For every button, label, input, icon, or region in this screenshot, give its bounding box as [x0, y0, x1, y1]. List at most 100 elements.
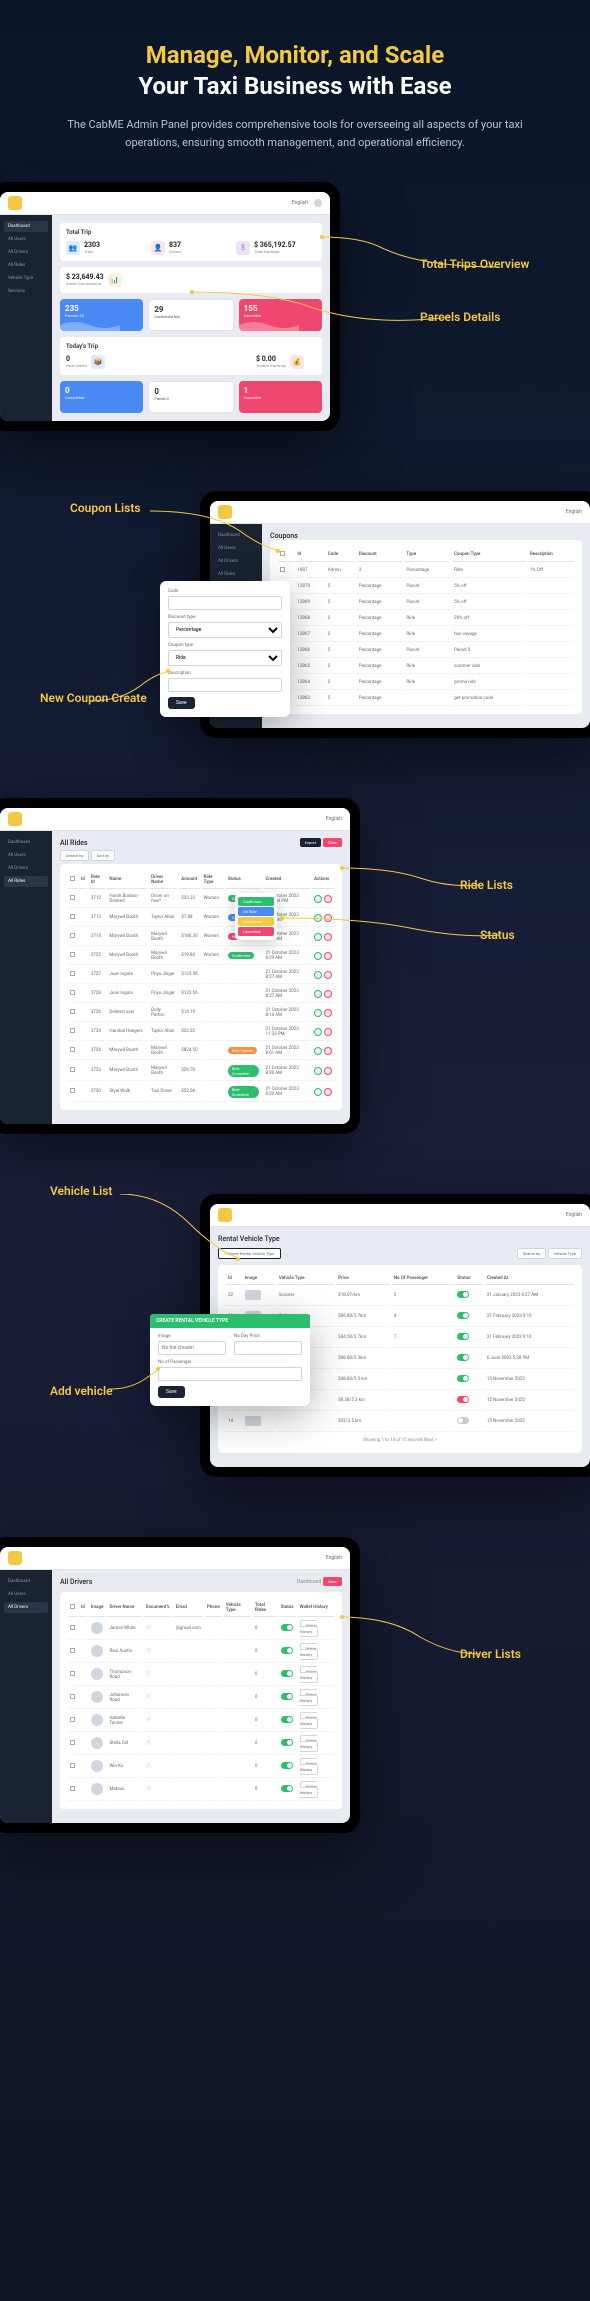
view-icon[interactable] — [314, 1067, 322, 1075]
status-toggle[interactable] — [281, 1785, 293, 1792]
delete-icon[interactable] — [324, 990, 332, 998]
view-icon[interactable] — [314, 990, 322, 998]
table-row[interactable]: Mateus📄0Wallet History — [68, 1780, 334, 1801]
status-toggle[interactable] — [457, 1417, 469, 1424]
delete-icon[interactable] — [324, 895, 332, 903]
status-toggle[interactable] — [457, 1354, 469, 1361]
discount-type-select[interactable]: Percentage — [168, 622, 282, 638]
delete-icon[interactable] — [324, 971, 332, 979]
wallet-history-button[interactable]: Wallet History — [300, 1620, 319, 1637]
delete-icon[interactable] — [324, 1009, 332, 1017]
table-row[interactable]: 1087Admin3PercentageRide1% Off — [278, 564, 574, 578]
status-toggle[interactable] — [281, 1716, 293, 1723]
table-row[interactable]: 3725Marywil BoothMarywil Booth$19.84Wome… — [68, 948, 334, 965]
image-input[interactable] — [158, 1341, 226, 1355]
sort-filter[interactable]: Sort by — [91, 850, 116, 861]
view-icon[interactable] — [314, 1088, 322, 1096]
sidebar-users[interactable]: All Users — [4, 234, 48, 245]
status-toggle[interactable] — [457, 1312, 469, 1319]
next-button[interactable]: Next > — [424, 1438, 437, 1443]
table-row[interactable]: James White📄@gmail.com0Wallet History — [68, 1619, 334, 1640]
wallet-history-button[interactable]: Wallet History — [300, 1735, 319, 1752]
status-completed[interactable]: Completed — [238, 917, 274, 926]
table-row[interactable]: 128672PercentageRidebon voyage — [278, 628, 574, 642]
search-filter[interactable]: Search by — [60, 850, 89, 861]
status-confirmed[interactable]: Confirmed — [238, 897, 274, 906]
delete-icon[interactable] — [324, 914, 332, 922]
table-row[interactable]: Raul Austin📄0Wallet History — [68, 1642, 334, 1663]
wallet-history-button[interactable]: Wallet History — [300, 1781, 319, 1798]
status-toggle[interactable] — [281, 1647, 293, 1654]
wallet-history-button[interactable]: Wallet History — [300, 1643, 319, 1660]
status-toggle[interactable] — [457, 1375, 469, 1382]
table-row[interactable]: Stella Gill📄0Wallet History — [68, 1734, 334, 1755]
view-icon[interactable] — [314, 933, 322, 941]
table-row[interactable]: 3714Marywil BoothMarywil Booth$186.30Wom… — [68, 929, 334, 946]
wallet-history-button[interactable]: Wallet History — [300, 1666, 319, 1683]
table-row[interactable]: Win Ku📄0Wallet History — [68, 1757, 334, 1778]
table-row[interactable]: Johannes Road📄0Wallet History — [68, 1688, 334, 1709]
clear-button[interactable]: Clear — [323, 838, 342, 847]
table-row[interactable]: 128635Percentageget promotion code — [278, 692, 574, 706]
view-icon[interactable] — [314, 1009, 322, 1017]
status-toggle[interactable] — [281, 1762, 293, 1769]
sidebar-dashboard[interactable]: Dashboard — [4, 221, 48, 232]
table-row[interactable]: 3720Styal WalkTaxi Driver$52.06Ride Comp… — [68, 1083, 334, 1102]
view-icon[interactable] — [314, 1047, 322, 1055]
card-cancelled[interactable]: 155Cancelled — [239, 299, 322, 331]
sidebar-vehicle[interactable]: Vehicle Type — [4, 273, 48, 284]
save-button[interactable]: Save — [168, 697, 195, 709]
sidebar-drivers[interactable]: All Drivers — [4, 247, 48, 258]
view-icon[interactable] — [314, 1028, 322, 1036]
create-vehicle-button[interactable]: + Create Rental Vehicle Type — [218, 1248, 281, 1259]
logo[interactable] — [8, 196, 22, 210]
table-row[interactable]: 22Scooter$18.07/km221 January 2023 8:27 … — [226, 1287, 574, 1306]
sidebar-rides[interactable]: All Rides — [4, 260, 48, 271]
table-row[interactable]: 3728Juan IngolaPriya Jingar$122.5621 Oct… — [68, 986, 334, 1003]
table-row[interactable]: Isabella Tanner📄0Wallet History — [68, 1711, 334, 1732]
desc-input[interactable] — [168, 678, 282, 692]
table-row[interactable]: 3726Deleted userDolly Parton$14.1921 Oct… — [68, 1005, 334, 1022]
status-toggle[interactable] — [281, 1693, 293, 1700]
status-cancelled[interactable]: Cancelled — [238, 927, 274, 936]
delete-icon[interactable] — [324, 1047, 332, 1055]
select-all-checkbox[interactable] — [280, 551, 285, 556]
card-confirmed[interactable]: 29Confirmed trip — [148, 299, 233, 331]
delete-icon[interactable] — [324, 933, 332, 941]
delete-icon[interactable] — [324, 1067, 332, 1075]
table-row[interactable]: 3724Marywil BoothMarywil Booth$824.50Rid… — [68, 1043, 334, 1060]
card-parcels[interactable]: 235Parcels 25 — [60, 299, 143, 331]
delete-icon[interactable] — [324, 1028, 332, 1036]
status-toggle[interactable] — [281, 1739, 293, 1746]
table-row[interactable]: 128665PercentageParcelParcel 5 — [278, 644, 574, 658]
table-row[interactable]: 3712Harsh Bodara - DeletedDriver on free… — [68, 891, 334, 908]
avatar-icon[interactable] — [314, 199, 322, 207]
wallet-history-button[interactable]: Wallet History — [300, 1689, 319, 1706]
sidebar-services[interactable]: Services — [4, 286, 48, 297]
export-button[interactable]: Export — [300, 838, 322, 847]
view-icon[interactable] — [314, 914, 322, 922]
status-toggle[interactable] — [457, 1396, 469, 1403]
save-vehicle-button[interactable]: Save — [158, 1386, 185, 1398]
coupon-type-select[interactable]: Ride — [168, 650, 282, 666]
status-toggle[interactable] — [281, 1670, 293, 1677]
status-toggle[interactable] — [281, 1624, 293, 1631]
table-row[interactable]: 128652PercentageRidesummer sale — [278, 660, 574, 674]
table-row[interactable]: 3734Harshal HaegersTaylor Allan$22.3221 … — [68, 1024, 334, 1041]
delete-icon[interactable] — [324, 952, 332, 960]
table-row[interactable]: 128705PercentageParcel5% off — [278, 580, 574, 594]
wallet-history-button[interactable]: Wallet History — [300, 1712, 319, 1729]
coupon-code-input[interactable] — [168, 596, 282, 610]
table-row[interactable]: 3723Marywil BoothMarywil Booth$29.70Ride… — [68, 1062, 334, 1081]
view-icon[interactable] — [314, 971, 322, 979]
status-onride[interactable]: On Ride — [238, 907, 274, 916]
wallet-history-button[interactable]: Wallet History — [300, 1758, 319, 1775]
status-toggle[interactable] — [457, 1291, 469, 1298]
price-input[interactable] — [234, 1341, 302, 1355]
delete-icon[interactable] — [324, 1088, 332, 1096]
clear-drivers-button[interactable]: Clear — [323, 1577, 342, 1586]
status-toggle[interactable] — [457, 1333, 469, 1340]
table-row[interactable]: Thompson Road📄0Wallet History — [68, 1665, 334, 1686]
lang-selector[interactable]: English — [292, 200, 308, 206]
table-row[interactable]: 128695PercentageParcel5% off — [278, 596, 574, 610]
